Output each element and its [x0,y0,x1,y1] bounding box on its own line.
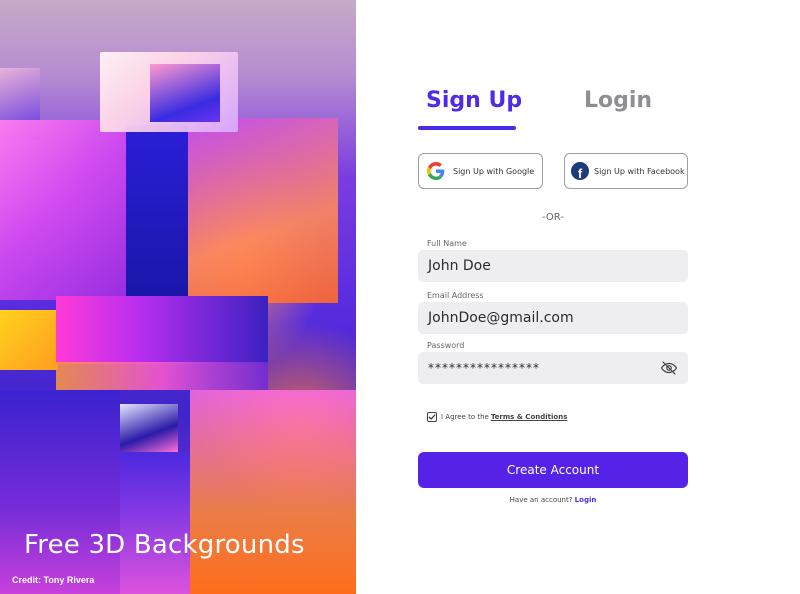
google-logo-icon [427,162,445,180]
auth-tabs: Sign Up Login [418,88,688,132]
full-name-label: Full Name [427,239,467,248]
have-account-prompt: Have an account? Login [418,496,688,504]
hero-shape [0,310,58,370]
hero-shape [120,404,178,452]
hero-shape [120,452,190,594]
facebook-logo-icon: f [571,162,589,180]
google-signup-label: Sign Up with Google [453,166,535,176]
terms-agreement: I Agree to the Terms & Conditions [427,412,567,422]
facebook-signup-button[interactable]: f Sign Up with Facebook [564,153,688,189]
hero-shape [126,125,188,300]
hero-shape [56,362,268,390]
or-divider: -OR- [542,212,564,223]
hero-credit: Credit: Tony Rivera [12,575,95,585]
hero-shape [0,390,120,594]
password-field[interactable]: **************** [418,352,688,384]
tab-sign-up[interactable]: Sign Up [426,88,522,113]
create-account-button[interactable]: Create Account [418,452,688,488]
terms-checkbox[interactable] [427,412,437,422]
email-label: Email Address [427,291,484,300]
terms-text: I Agree to the [441,413,489,421]
hero-shape [0,120,128,300]
eye-off-icon[interactable] [660,359,678,377]
have-account-text: Have an account? [509,496,573,504]
hero-shape [190,390,356,594]
login-link[interactable]: Login [575,496,597,504]
tab-login[interactable]: Login [584,88,652,113]
hero-title: Free 3D Backgrounds [24,530,305,560]
password-label: Password [427,341,465,350]
hero-shape [56,296,268,364]
terms-link[interactable]: Terms & Conditions [491,413,568,421]
hero-shape [188,118,338,303]
email-field[interactable]: JohnDoe@gmail.com [418,302,688,334]
full-name-field[interactable]: John Doe [418,250,688,282]
hero-background-image: Free 3D Backgrounds Credit: Tony Rivera [0,0,356,594]
checkmark-icon [428,414,436,420]
active-tab-indicator [418,126,516,130]
google-signup-button[interactable]: Sign Up with Google [418,153,543,189]
hero-shape [150,64,220,122]
facebook-signup-label: Sign Up with Facebook [594,166,685,176]
